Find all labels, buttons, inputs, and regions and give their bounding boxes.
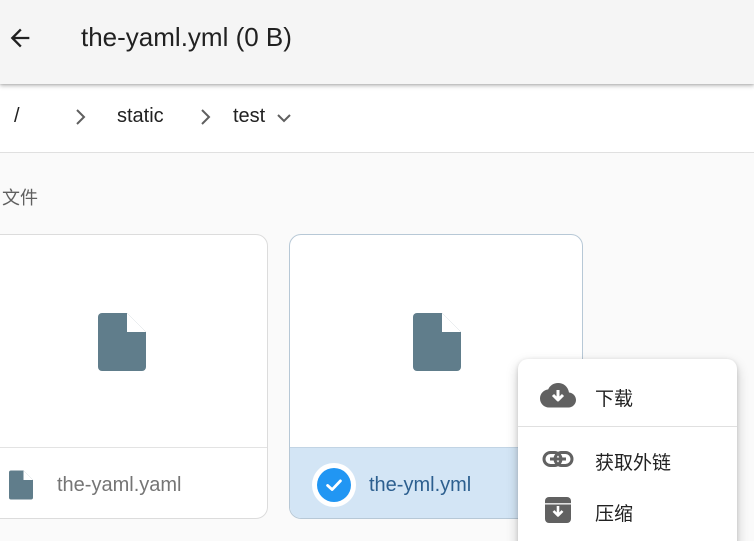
file-icon (413, 313, 461, 371)
menu-item-download[interactable]: 下载 (518, 372, 737, 418)
app-bar: the-yaml.yml (0 B) (0, 0, 754, 84)
menu-item-compress[interactable]: 压缩 (518, 487, 737, 533)
file-card[interactable]: the-yaml.yaml (0, 234, 268, 519)
cloud-download-icon (540, 383, 576, 408)
file-icon (9, 470, 33, 500)
menu-item-get-link[interactable]: 获取外链 (518, 436, 737, 482)
chevron-right-icon (201, 109, 211, 125)
page-title: the-yaml.yml (0 B) (81, 22, 292, 52)
link-icon (542, 451, 574, 467)
context-menu: 下载 获取外链 压缩 (518, 359, 737, 541)
breadcrumb-item-static[interactable]: static (117, 105, 164, 128)
breadcrumb: / static test (0, 84, 754, 153)
selected-check-icon[interactable] (312, 463, 356, 507)
breadcrumb-item-test[interactable]: test (233, 105, 265, 128)
chevron-down-icon[interactable] (275, 111, 293, 125)
menu-item-label: 压缩 (595, 503, 634, 525)
section-title-files: 文件 (2, 188, 38, 209)
file-preview (0, 235, 267, 447)
arrow-back-icon (10, 28, 30, 48)
archive-icon (545, 497, 571, 523)
file-name: the-yaml.yaml (57, 474, 182, 496)
file-icon (98, 313, 146, 371)
breadcrumb-root[interactable]: / (14, 105, 20, 128)
back-button[interactable] (4, 20, 36, 56)
chevron-right-icon (76, 109, 86, 125)
file-name: the-yml.yml (369, 474, 472, 496)
menu-item-label: 下载 (595, 388, 634, 410)
file-card-footer: the-yaml.yaml (0, 447, 267, 518)
menu-divider (518, 426, 737, 427)
menu-item-label: 获取外链 (595, 452, 672, 474)
